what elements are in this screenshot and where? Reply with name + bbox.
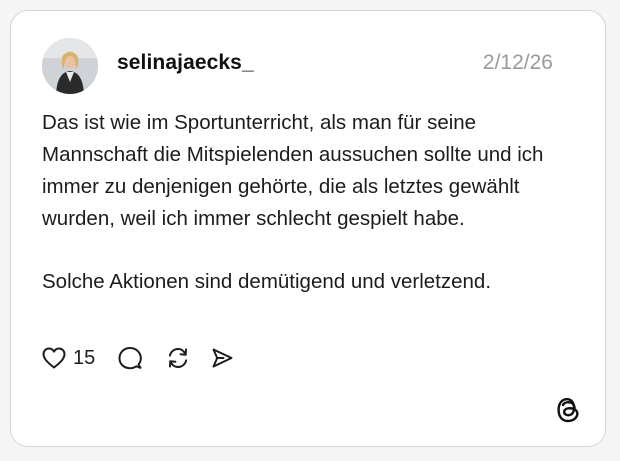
threads-logo-icon[interactable] xyxy=(555,396,581,424)
repost-button[interactable] xyxy=(165,345,191,371)
post-card: selinajaecks_ 2/12/26 Das ist wie im Spo… xyxy=(10,10,606,447)
share-button[interactable] xyxy=(209,345,235,371)
post-date: 2/12/26 xyxy=(482,51,553,74)
reply-button[interactable] xyxy=(117,345,143,371)
like-button[interactable]: 15 xyxy=(41,346,117,370)
comment-icon xyxy=(117,345,143,371)
like-count: 15 xyxy=(73,346,96,369)
post-paragraph: Das ist wie im Sportunterricht, als man … xyxy=(42,111,544,230)
username[interactable]: selinajaecks_ xyxy=(117,51,254,75)
avatar[interactable] xyxy=(42,38,98,94)
repost-icon xyxy=(165,345,191,371)
action-bar: 15 xyxy=(41,344,235,372)
post-paragraph: Solche Aktionen sind demütigend und verl… xyxy=(42,270,492,293)
send-icon xyxy=(209,345,235,371)
post-body: Das ist wie im Sportunterricht, als man … xyxy=(42,107,582,298)
heart-icon xyxy=(41,346,67,370)
